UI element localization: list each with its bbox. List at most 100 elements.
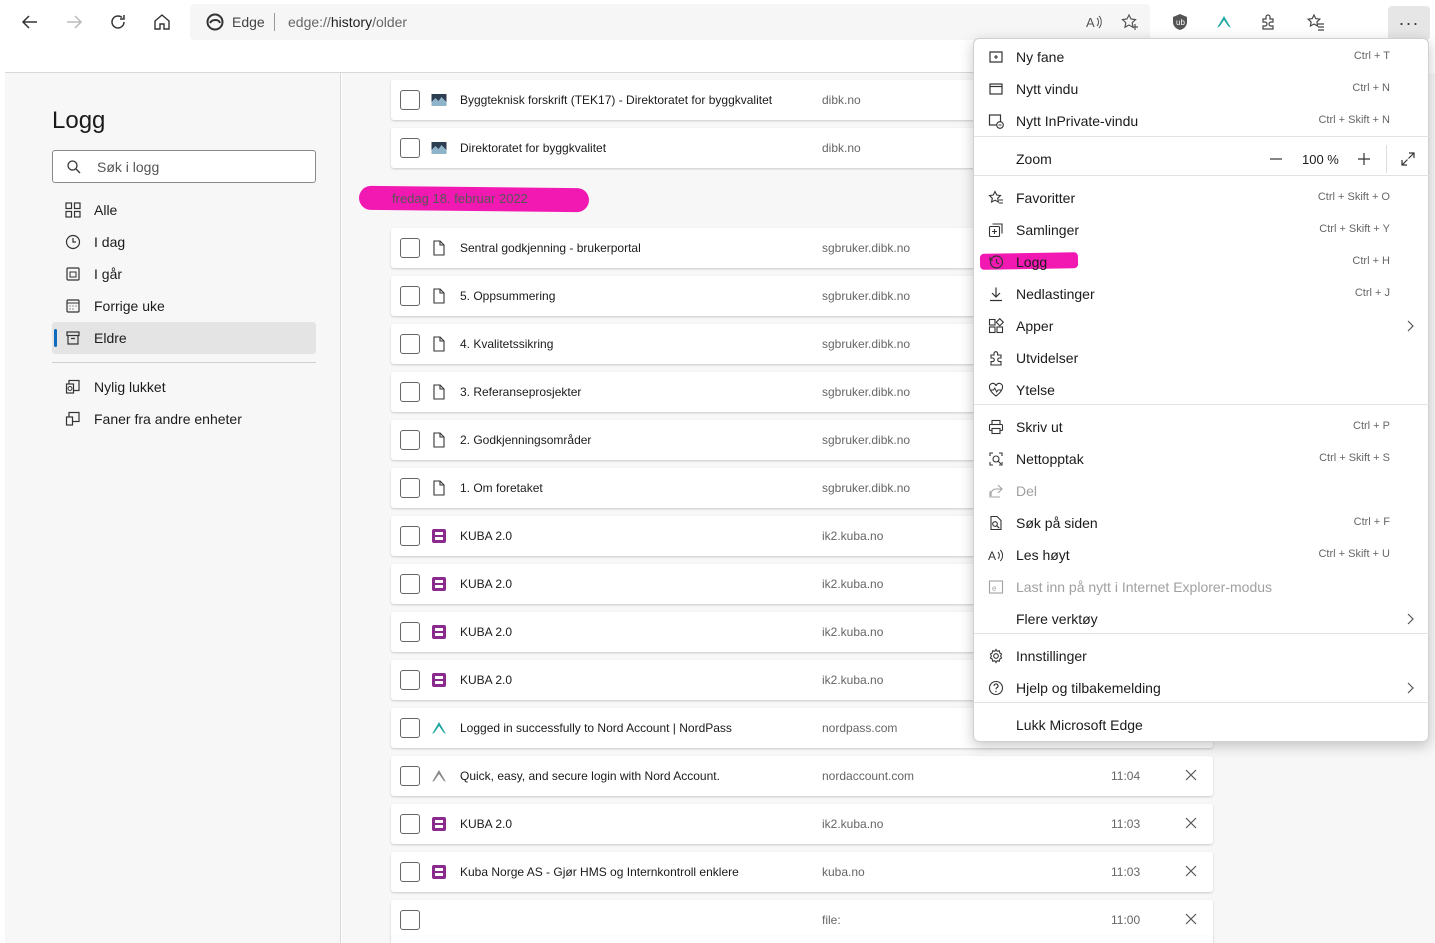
- menu-item-favoritter[interactable]: Favoritter Ctrl + Skift + O: [974, 182, 1430, 214]
- menu-item-lukk-microsoft-edge[interactable]: Lukk Microsoft Edge: [974, 709, 1430, 741]
- zoom-out-button[interactable]: [1266, 150, 1286, 168]
- row-title[interactable]: KUBA 2.0: [460, 577, 512, 591]
- row-title[interactable]: 2. Godkjenningsområder: [460, 433, 591, 447]
- row-title[interactable]: KUBA 2.0: [460, 625, 512, 639]
- menu-item-sok-pa-siden[interactable]: Søk på siden Ctrl + F: [974, 507, 1430, 539]
- row-checkbox[interactable]: [400, 910, 420, 930]
- menu-item-hjelp-og-tilbakemelding[interactable]: Hjelp og tilbakemelding: [974, 672, 1430, 704]
- ublock-extension-button[interactable]: ub: [1168, 10, 1192, 34]
- row-title[interactable]: 1. Om foretaket: [460, 481, 543, 495]
- row-title[interactable]: 4. Kvalitetssikring: [460, 337, 553, 351]
- row-title[interactable]: Logged in successfully to Nord Account |…: [460, 721, 732, 735]
- sidebar-item-i-gar[interactable]: I går: [52, 258, 316, 290]
- row-title[interactable]: 3. Referanseprosjekter: [460, 385, 581, 399]
- row-title[interactable]: KUBA 2.0: [460, 529, 512, 543]
- add-favorite-button[interactable]: [1118, 10, 1142, 34]
- menu-item-label: Nytt InPrivate-vindu: [1016, 113, 1139, 129]
- menu-item-flere-verktoy[interactable]: Flere verktøy: [974, 603, 1430, 635]
- row-title[interactable]: KUBA 2.0: [460, 817, 512, 831]
- search-icon: [67, 160, 81, 174]
- fullscreen-button[interactable]: [1398, 150, 1418, 168]
- address-bar[interactable]: Edge edge://history/older: [190, 4, 1150, 40]
- row-checkbox[interactable]: [400, 670, 420, 690]
- menu-item-nedlastinger[interactable]: Nedlastinger Ctrl + J: [974, 278, 1430, 310]
- row-checkbox[interactable]: [400, 430, 420, 450]
- sidebar-item-alle[interactable]: Alle: [52, 194, 316, 226]
- row-title[interactable]: KUBA 2.0: [460, 673, 512, 687]
- chevron-right-icon: [1407, 613, 1414, 625]
- row-checkbox[interactable]: [400, 718, 420, 738]
- forward-button[interactable]: [58, 6, 90, 38]
- menu-item-skriv-ut[interactable]: Skriv ut Ctrl + P: [974, 411, 1430, 443]
- clock-icon: [64, 233, 82, 251]
- menu-item-apper[interactable]: Apper: [974, 310, 1430, 342]
- profile-button[interactable]: [1338, 6, 1382, 38]
- menu-item-les-hoyt[interactable]: A Les høyt Ctrl + Skift + U: [974, 539, 1430, 571]
- search-input[interactable]: [97, 157, 307, 177]
- sidebar-item-nylig-lukket[interactable]: Nylig lukket: [52, 371, 316, 403]
- row-checkbox[interactable]: [400, 382, 420, 402]
- minus-icon: [1270, 158, 1282, 160]
- favorites-button[interactable]: [1304, 10, 1328, 34]
- help-icon: [988, 680, 1004, 696]
- menu-item-ie-mode[interactable]: e Last inn på nytt i Internet Explorer-mo…: [974, 571, 1430, 603]
- menu-item-innstillinger[interactable]: Innstillinger: [974, 640, 1430, 672]
- row-title[interactable]: Byggteknisk forskrift (TEK17) - Direktor…: [460, 93, 772, 107]
- read-aloud-toolbar-button[interactable]: A: [1082, 10, 1106, 34]
- sidebar-item-faner-fra-andre-enheter[interactable]: Faner fra andre enheter: [52, 403, 316, 435]
- settings-icon: [988, 648, 1004, 664]
- url-path: /older: [372, 14, 408, 30]
- kuba-icon: [431, 576, 447, 592]
- menu-item-nytt-inprivate-vindu[interactable]: Nytt InPrivate-vindu Ctrl + Skift + N: [974, 105, 1430, 137]
- menu-item-utvidelser[interactable]: Utvidelser: [974, 342, 1430, 374]
- refresh-icon: [111, 15, 125, 29]
- row-checkbox[interactable]: [400, 90, 420, 110]
- row-title[interactable]: 5. Oppsummering: [460, 289, 555, 303]
- history-row[interactable]: KUBA 2.0 ik2.kuba.no 11:03: [391, 804, 1213, 844]
- zoom-in-button[interactable]: [1354, 150, 1374, 168]
- history-row-partial[interactable]: [391, 936, 1213, 943]
- history-search-box[interactable]: [52, 150, 316, 183]
- row-checkbox[interactable]: [400, 334, 420, 354]
- history-row[interactable]: file: 11:00: [391, 900, 1213, 940]
- address-url[interactable]: edge://history/older: [288, 14, 407, 30]
- row-title[interactable]: Quick, easy, and secure login with Nord …: [460, 769, 720, 783]
- menu-item-zoom[interactable]: Zoom 100 %: [974, 143, 1430, 175]
- menu-item-del[interactable]: Del: [974, 475, 1430, 507]
- menu-item-samlinger[interactable]: Samlinger Ctrl + Skift + Y: [974, 214, 1430, 246]
- row-checkbox[interactable]: [400, 526, 420, 546]
- refresh-button[interactable]: [102, 6, 134, 38]
- row-checkbox[interactable]: [400, 766, 420, 786]
- row-title[interactable]: Kuba Norge AS - Gjør HMS og Internkontro…: [460, 865, 739, 879]
- menu-item-nettopptak[interactable]: Nettopptak Ctrl + Skift + S: [974, 443, 1430, 475]
- sidebar-item-eldre[interactable]: Eldre: [52, 322, 316, 354]
- menu-item-ny-fane[interactable]: Ny fane Ctrl + T: [974, 41, 1430, 73]
- row-checkbox[interactable]: [400, 574, 420, 594]
- delete-entry-button[interactable]: [1183, 911, 1199, 927]
- menu-item-ytelse[interactable]: Ytelse: [974, 374, 1430, 406]
- row-checkbox[interactable]: [400, 138, 420, 158]
- row-checkbox[interactable]: [400, 286, 420, 306]
- menu-item-label: Samlinger: [1016, 222, 1080, 238]
- extensions-button[interactable]: [1256, 10, 1280, 34]
- history-row[interactable]: Kuba Norge AS - Gjør HMS og Internkontro…: [391, 852, 1213, 892]
- sidebar-item-forrige-uke[interactable]: Forrige uke: [52, 290, 316, 322]
- row-checkbox[interactable]: [400, 238, 420, 258]
- back-button[interactable]: [14, 6, 46, 38]
- row-checkbox[interactable]: [400, 622, 420, 642]
- row-title[interactable]: Sentral godkjenning - brukerportal: [460, 241, 641, 255]
- history-row[interactable]: Quick, easy, and secure login with Nord …: [391, 756, 1213, 796]
- menu-item-logg[interactable]: Logg Ctrl + H: [974, 246, 1430, 278]
- row-checkbox[interactable]: [400, 862, 420, 882]
- row-checkbox[interactable]: [400, 478, 420, 498]
- nordpass-extension-button[interactable]: [1212, 10, 1236, 34]
- menu-item-nytt-vindu[interactable]: Nytt vindu Ctrl + N: [974, 73, 1430, 105]
- row-checkbox[interactable]: [400, 814, 420, 834]
- delete-entry-button[interactable]: [1183, 815, 1199, 831]
- sidebar-item-i-dag[interactable]: I dag: [52, 226, 316, 258]
- row-title[interactable]: Direktoratet for byggkvalitet: [460, 141, 606, 155]
- delete-entry-button[interactable]: [1183, 863, 1199, 879]
- delete-entry-button[interactable]: [1183, 767, 1199, 783]
- settings-and-more-button[interactable]: ···: [1388, 6, 1430, 40]
- home-button[interactable]: [146, 6, 178, 38]
